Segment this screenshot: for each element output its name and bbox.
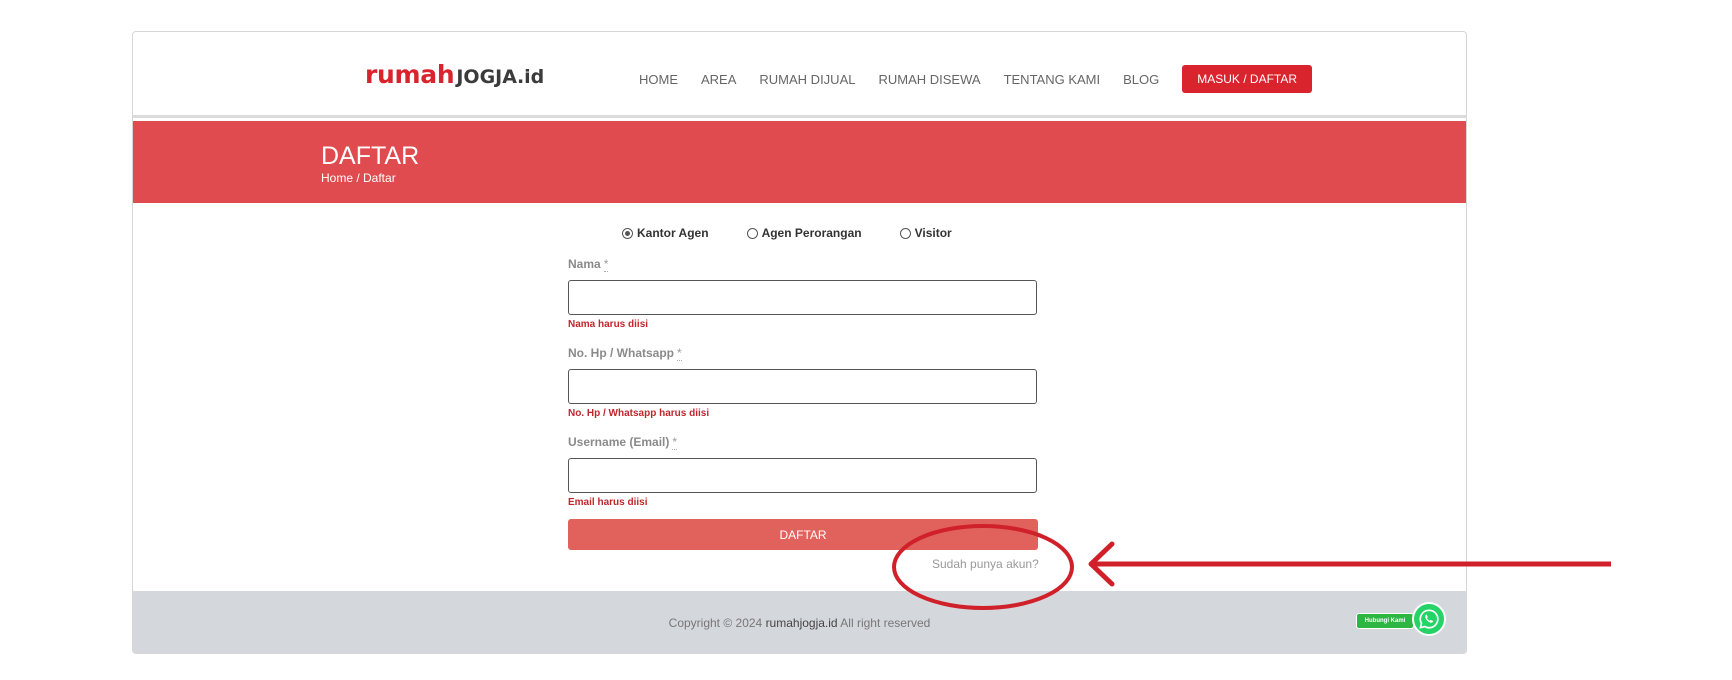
page-container: rumah JOGJA .id HOME AREA RUMAH DIJUAL R…	[132, 31, 1467, 654]
nav-tentang-kami[interactable]: TENTANG KAMI	[1004, 72, 1101, 87]
logo-part-rumah: rumah	[365, 60, 455, 89]
page-title: DAFTAR	[321, 142, 420, 170]
required-mark: *	[677, 346, 682, 361]
logo-part-jogja: JOGJA	[456, 66, 517, 88]
logo-part-domain: .id	[516, 66, 545, 88]
radio-label: Agen Perorangan	[761, 226, 862, 240]
phone-input[interactable]	[568, 369, 1037, 404]
whatsapp-label: Hubungi Kami	[1356, 613, 1414, 629]
whatsapp-icon	[1412, 602, 1446, 636]
radio-selected-icon	[622, 227, 633, 239]
page-banner: DAFTAR Home / Daftar	[133, 121, 1466, 203]
copyright-brand[interactable]: rumahjogja.id	[766, 616, 838, 630]
name-error: Nama harus diisi	[568, 319, 649, 330]
copyright-suffix: All right reserved	[840, 616, 931, 630]
phone-label: No. Hp / Whatsapp *	[568, 346, 682, 361]
radio-kantor-agen[interactable]: Kantor Agen	[622, 226, 709, 240]
email-label: Username (Email) *	[568, 435, 678, 450]
login-register-button[interactable]: MASUK / DAFTAR	[1182, 65, 1313, 93]
email-label-text: Username (Email)	[568, 435, 670, 449]
already-have-account-link[interactable]: Sudah punya akun?	[932, 557, 1039, 571]
account-type-group: Kantor Agen Agen Perorangan Visitor	[622, 226, 990, 240]
nav-rumah-dijual[interactable]: RUMAH DIJUAL	[759, 72, 855, 87]
radio-visitor[interactable]: Visitor	[899, 226, 952, 240]
copyright-prefix: Copyright © 2024	[668, 616, 763, 630]
phone-label-text: No. Hp / Whatsapp	[568, 346, 674, 360]
nav-home[interactable]: HOME	[639, 72, 678, 87]
breadcrumb: Home / Daftar	[321, 171, 396, 185]
nav-area[interactable]: AREA	[701, 72, 736, 87]
email-error: Email harus diisi	[568, 497, 648, 508]
required-mark: *	[672, 435, 678, 450]
radio-agen-perorangan[interactable]: Agen Perorangan	[746, 226, 862, 240]
site-footer: Copyright © 2024 rumahjogja.id All right…	[133, 591, 1466, 653]
name-label-text: Nama	[568, 257, 601, 271]
radio-label: Visitor	[914, 226, 952, 240]
whatsapp-contact-button[interactable]: Hubungi Kami	[1356, 601, 1452, 639]
main-nav: HOME AREA RUMAH DIJUAL RUMAH DISEWA TENT…	[639, 65, 1313, 93]
required-mark: *	[603, 257, 609, 272]
email-input[interactable]	[568, 458, 1037, 493]
phone-error: No. Hp / Whatsapp harus diisi	[568, 408, 710, 419]
register-submit-button[interactable]: DAFTAR	[568, 519, 1038, 550]
radio-label: Kantor Agen	[637, 226, 709, 240]
nav-blog[interactable]: BLOG	[1123, 72, 1159, 87]
copyright-text: Copyright © 2024 rumahjogja.id All right…	[133, 616, 1466, 630]
site-logo[interactable]: rumah JOGJA .id	[365, 60, 544, 89]
radio-unselected-icon	[746, 227, 758, 239]
radio-unselected-icon	[899, 227, 911, 239]
site-header: rumah JOGJA .id HOME AREA RUMAH DIJUAL R…	[133, 32, 1466, 118]
nav-rumah-disewa[interactable]: RUMAH DISEWA	[878, 72, 980, 87]
name-input[interactable]	[568, 280, 1037, 315]
name-label: Nama *	[568, 257, 609, 272]
